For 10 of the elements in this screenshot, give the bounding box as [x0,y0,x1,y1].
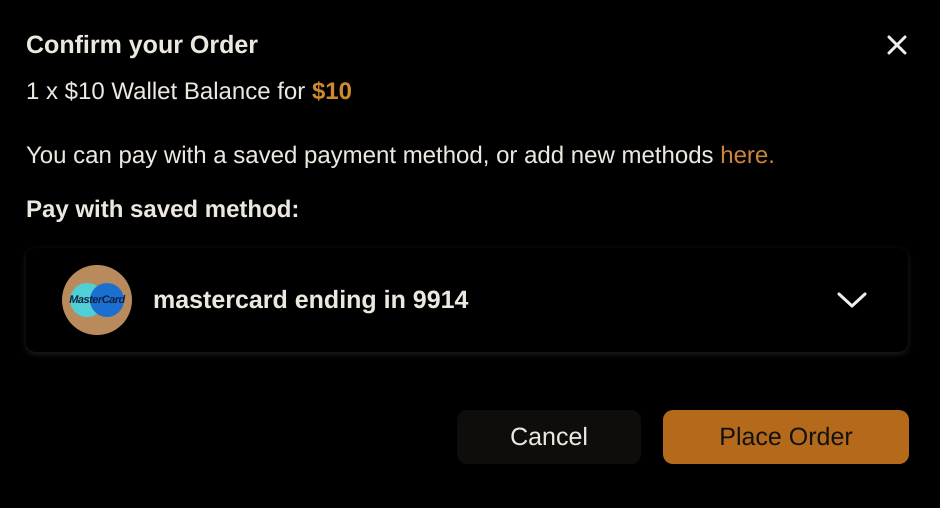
add-method-link[interactable]: here. [720,142,775,169]
close-button[interactable] [885,33,909,57]
section-label: Pay with saved method: [26,196,300,224]
cancel-button[interactable]: Cancel [457,410,641,464]
chevron-icon [836,290,868,310]
dialog-title: Confirm your Order [26,30,258,60]
place-order-button[interactable]: Place Order [663,410,909,464]
payment-note: You can pay with a saved payment method, or add new methods here. [26,142,776,170]
order-summary: 1 x $10 Wallet Balance for [26,78,306,105]
order-price: $10 [312,78,352,105]
